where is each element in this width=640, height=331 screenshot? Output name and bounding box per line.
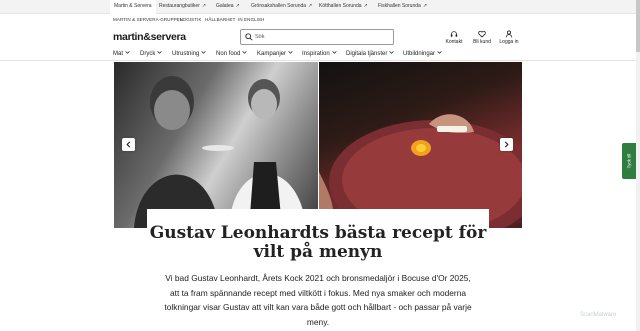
nav-item-kampanjer[interactable]: Kampanjer — [257, 51, 293, 57]
article-card: Gustav Leonhardts bästa recept för vilt … — [147, 209, 489, 331]
nav-item-non-food[interactable]: Non food — [216, 51, 247, 57]
article-lede: Vi bad Gustav Leonhardt, Årets Kock 2021… — [164, 273, 472, 327]
nav-item-utbildningar[interactable]: Utbildningar — [403, 51, 442, 57]
chevron-left-icon — [126, 141, 131, 148]
search-icon — [245, 33, 253, 41]
external-link-icon: ↗ — [235, 3, 240, 9]
utility-item-gronsakshallen[interactable]: Grönsakshallen Sorunda ↗ — [251, 3, 312, 9]
page-scrollbar[interactable] — [636, 0, 640, 331]
tartare-photo-illustration — [319, 114, 522, 228]
chevron-right-icon — [504, 141, 509, 148]
utility-item-galatea[interactable]: Galatea ↗ — [216, 3, 240, 9]
utility-item-restaurangbutiker[interactable]: Restaurangbutiker ↗ — [159, 3, 206, 9]
chevron-down-icon — [332, 51, 337, 54]
link-group[interactable]: MARTIN & SERVERA-GRUPPEN — [113, 17, 183, 22]
watermark: ScanMalware — [580, 312, 617, 318]
nav-item-inspiration[interactable]: Inspiration — [302, 51, 337, 57]
nav-item-digitala-tjanster[interactable]: Digitala tjänster — [346, 51, 394, 57]
utility-item-label: Galatea — [216, 3, 234, 9]
link-logistik[interactable]: LOGISTIK — [180, 17, 202, 22]
external-link-icon: ↗ — [422, 3, 428, 9]
chevron-down-icon — [437, 51, 442, 54]
search-placeholder: Sök — [255, 34, 265, 40]
nav-item-label: Inspiration — [302, 51, 330, 57]
nav-item-label: Non food — [216, 51, 241, 57]
scrollbar-thumb[interactable] — [636, 0, 640, 52]
user-icon — [505, 30, 513, 38]
external-link-icon: ↗ — [201, 3, 207, 9]
link-in-english[interactable]: IN ENGLISH — [238, 17, 265, 22]
headset-icon — [450, 31, 458, 37]
feedback-tab[interactable]: Tyck till — [622, 143, 636, 179]
utility-item-label: Martin & Servera — [114, 3, 152, 9]
nav-item-dryck[interactable]: Dryck — [140, 51, 162, 57]
nav-item-label: Kampanjer — [257, 51, 287, 57]
contact-label: Kontakt — [445, 39, 463, 45]
nav-item-mat[interactable]: Mat — [113, 51, 130, 57]
hero-image-chefs — [114, 62, 318, 228]
external-link-icon: ↗ — [308, 3, 313, 9]
utility-item-kotthallen[interactable]: Kötthallen Sorunda ↗ — [319, 3, 368, 9]
utility-item-label: Fiskhallen Sorunda — [378, 3, 421, 9]
become-customer-label: Bli kund — [473, 39, 491, 45]
external-link-icon: ↗ — [363, 3, 368, 9]
chevron-down-icon — [389, 51, 394, 54]
utility-item-martin-servera[interactable]: Martin & Servera — [110, 0, 156, 14]
contact-button[interactable]: Kontakt — [439, 30, 469, 45]
hero-image-tartare — [319, 62, 522, 228]
nav-item-label: Dryck — [140, 51, 156, 57]
utility-item-label: Kötthallen Sorunda — [319, 3, 362, 9]
page: Martin & Servera Restaurangbutiker ↗ Gala… — [0, 0, 640, 331]
link-hallbarhet[interactable]: HÅLLBARHET — [205, 17, 236, 22]
nav-item-label: Utbildningar — [403, 51, 436, 57]
main-nav: Mat Dryck Utrustning Non food Kampanjer … — [0, 48, 640, 61]
hero-carousel — [114, 62, 522, 228]
login-label: Logga in — [499, 39, 519, 45]
chevron-down-icon — [242, 51, 247, 54]
nav-item-label: Mat — [113, 51, 124, 57]
login-button[interactable]: Logga in — [494, 30, 524, 45]
utility-bar: Martin & Servera Restaurangbutiker ↗ Gala… — [0, 0, 640, 14]
search-input[interactable]: Sök — [240, 29, 394, 45]
heart-icon — [478, 30, 486, 38]
article-title: Gustav Leonhardts bästa recept för vilt … — [149, 223, 487, 262]
utility-item-fiskhallen[interactable]: Fiskhallen Sorunda ↗ — [378, 3, 427, 9]
carousel-next-button[interactable] — [500, 138, 513, 151]
feedback-tab-label: Tyck till — [626, 153, 632, 169]
chevron-down-icon — [125, 51, 130, 54]
utility-item-label: Restaurangbutiker — [159, 3, 200, 9]
become-customer-button[interactable]: Bli kund — [467, 30, 497, 45]
chevron-down-icon — [288, 51, 293, 54]
nav-item-label: Utrustning — [172, 51, 200, 57]
chevron-down-icon — [201, 51, 206, 54]
utility-item-label: Grönsakshallen Sorunda — [251, 3, 307, 9]
chefs-photo-illustration — [134, 76, 306, 228]
nav-item-label: Digitala tjänster — [346, 51, 388, 57]
chevron-down-icon — [157, 51, 162, 54]
carousel-prev-button[interactable] — [122, 138, 135, 151]
nav-item-utrustning[interactable]: Utrustning — [172, 51, 206, 57]
logo[interactable]: martin&servera — [113, 31, 186, 43]
